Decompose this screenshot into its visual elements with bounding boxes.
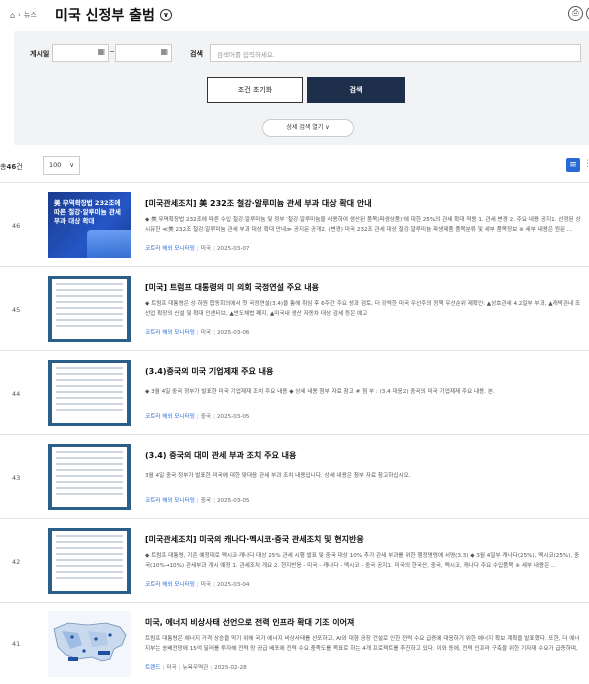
item-title[interactable]: [미국관세조치] 美 232조 철강·알루미늄 관세 부과 대상 확대 안내 (145, 198, 372, 209)
item-source[interactable]: 코트라 해외 모니터링 (145, 246, 195, 252)
page-size-value: 100 (49, 161, 62, 169)
breadcrumb-separator: › (18, 11, 21, 19)
item-meta: 코트라 해외 모니터링 | 미국 | 2025-03-07 (145, 246, 250, 252)
document-page (52, 447, 127, 507)
page-size-select[interactable]: 100 ∨ (43, 156, 80, 175)
date-to-field[interactable]: ▦ (115, 44, 172, 62)
item-country: 미국 (200, 330, 212, 336)
item-country: 중국 (200, 498, 212, 504)
search-panel: 게시일 ▦ ~ ▦ 검색 검색어를 입력하세요. 조건 초기화 검색 상세 검색… (14, 31, 589, 145)
item-number: 45 (12, 306, 21, 314)
reset-button[interactable]: 조건 초기화 (207, 77, 303, 103)
item-date: 2025-02-28 (214, 665, 247, 671)
total-suffix: 건 (16, 163, 23, 171)
item-title[interactable]: 미국, 에너지 비상사태 선언으로 전력 인프라 확대 기조 이어져 (145, 617, 354, 628)
item-country: 미국 (200, 582, 212, 588)
thumbnail-text: 美 무역확장법 232조에 따른 철강·알루미늄 관세 부과 대상 확대 (54, 199, 121, 225)
item-number: 44 (12, 390, 21, 398)
total-count: 총46건 (0, 162, 23, 172)
item-country: 중국 (200, 414, 212, 420)
grid-view-icon[interactable]: ⋮ (583, 159, 589, 169)
item-meta: 코트라 해외 모니터링 | 중국 | 2025-03-05 (145, 414, 250, 420)
item-thumbnail[interactable] (48, 444, 131, 510)
list-item[interactable]: 41 미국, 에너지 비상사태 선언으로 전력 인프라 확대 기조 이어져 트럼… (0, 602, 589, 684)
document-page (52, 279, 127, 339)
item-summary: 트럼프 대통령은 에너지 가격 상승을 막기 위해 국가 에너지 비상사태를 선… (145, 636, 580, 652)
date-from-field[interactable]: ▦ (52, 44, 109, 62)
date-label: 게시일 (30, 50, 50, 58)
chevron-down-icon: ∨ (69, 161, 74, 169)
item-thumbnail[interactable] (48, 611, 131, 677)
item-city: 뉴욕무역관 (182, 665, 209, 671)
item-country: 미국 (166, 665, 177, 671)
total-number: 46 (6, 163, 17, 171)
list-item[interactable]: 45 [미국] 트럼프 대통령의 미 의회 국정연설 주요 내용 ◆ 트럼프 대… (0, 266, 589, 350)
item-meta: 코트라 해외 모니터링 | 미국 | 2025-03-04 (145, 582, 250, 588)
document-page (52, 363, 127, 423)
item-summary: ◆ 트럼프 대통령, 기존 예정대로 멕시코·캐나다 대상 25% 관세 시행 … (145, 553, 580, 569)
breadcrumb: ⌂ › 뉴스 (10, 10, 37, 20)
item-number: 43 (12, 474, 21, 482)
calendar-icon[interactable]: ▦ (160, 47, 168, 56)
list-item[interactable]: 42 [미국관세조치] 미국의 캐나다·멕시코·중국 관세조치 및 현지반응 ◆… (0, 518, 589, 602)
item-title[interactable]: [미국] 트럼프 대통령의 미 의회 국정연설 주요 내용 (145, 282, 319, 293)
list-item[interactable]: 43 (3.4) 중국의 대미 관세 부과 조치 주요 내용 3월 4일 중국 … (0, 434, 589, 518)
item-thumbnail[interactable] (48, 360, 131, 426)
page-header: ⌂ › 뉴스 미국 신정부 출범 ∨ ⎙ (0, 0, 589, 28)
item-title[interactable]: [미국관세조치] 미국의 캐나다·멕시코·중국 관세조치 및 현지반응 (145, 534, 364, 545)
chevron-down-circle-icon[interactable]: ∨ (159, 9, 172, 21)
breadcrumb-news[interactable]: 뉴스 (24, 10, 37, 20)
item-thumbnail[interactable] (48, 528, 131, 594)
item-meta: 트렌드 | 미국 | 뉴욕무역관 | 2025-02-28 (145, 665, 247, 671)
item-meta: 코트라 해외 모니터링 | 미국 | 2025-03-06 (145, 330, 250, 336)
item-date: 2025-03-05 (216, 498, 250, 504)
item-date: 2025-03-06 (216, 330, 250, 336)
page-title: 미국 신정부 출범 ∨ (55, 5, 172, 25)
item-date: 2025-03-05 (216, 414, 250, 420)
list-view-icon[interactable]: ≡ (566, 158, 580, 172)
thumbnail-graphic (87, 230, 131, 258)
item-date: 2025-03-04 (216, 582, 250, 588)
item-source[interactable]: 코트라 해외 모니터링 (145, 582, 195, 588)
item-source[interactable]: 코트라 해외 모니터링 (145, 498, 195, 504)
item-number: 41 (12, 640, 21, 648)
list-item[interactable]: 46 美 무역확장법 232조에 따른 철강·알루미늄 관세 부과 대상 확대 … (0, 182, 589, 266)
calendar-icon[interactable]: ▦ (97, 47, 105, 56)
item-summary: 3월 4일 중국 정부가 발표한 미국에 대한 맞대응 관세 부과 조치 내용입… (145, 473, 411, 479)
item-summary: ◆ 美 무역확장법 232조에 따른 수입 철강·알루미늄 및 정부 '철강·알… (145, 217, 581, 233)
item-source[interactable]: 코트라 해외 모니터링 (145, 330, 195, 336)
item-summary: ◆ 트럼프 대통령은 상·하원 합동회의에서 첫 국정연설(3.4)을 통해 취… (145, 301, 581, 317)
document-page (52, 531, 127, 591)
list-item[interactable]: 44 (3.4)중국의 미국 기업제재 주요 내용 ◆ 3월 4일 중국 정부가… (0, 350, 589, 434)
print-icon[interactable]: ⎙ (568, 6, 583, 21)
item-meta: 코트라 해외 모니터링 | 중국 | 2025-03-05 (145, 498, 250, 504)
item-thumbnail[interactable] (48, 276, 131, 342)
us-map-graphic (53, 622, 127, 662)
item-number: 46 (12, 222, 21, 230)
item-country: 미국 (200, 246, 212, 252)
home-icon[interactable]: ⌂ (10, 11, 15, 20)
results-toolbar: 총46건 100 ∨ ≡ ⋮ (0, 156, 589, 176)
item-thumbnail[interactable]: 美 무역확장법 232조에 따른 철강·알루미늄 관세 부과 대상 확대 (48, 192, 131, 258)
item-date: 2025-03-07 (216, 246, 250, 252)
item-title[interactable]: (3.4) 중국의 대미 관세 부과 조치 주요 내용 (145, 450, 296, 461)
search-button[interactable]: 검색 (307, 77, 405, 103)
search-input[interactable]: 검색어를 입력하세요. (210, 44, 581, 62)
page-title-text: 미국 신정부 출범 (55, 8, 155, 24)
item-source[interactable]: 트렌드 (145, 665, 160, 671)
keyword-label: 검색 (190, 50, 203, 58)
item-number: 42 (12, 558, 21, 566)
detail-search-toggle[interactable]: 상세 검색 열기 ∨ (262, 119, 354, 137)
item-source[interactable]: 코트라 해외 모니터링 (145, 414, 195, 420)
item-summary: ◆ 3월 4일 중국 정부가 발표한 미국 기업제재 조치 주요 내용 ◆ 상세… (145, 389, 495, 395)
date-separator: ~ (109, 48, 115, 56)
item-title[interactable]: (3.4)중국의 미국 기업제재 주요 내용 (145, 366, 273, 377)
news-list: 46 美 무역확장법 232조에 따른 철강·알루미늄 관세 부과 대상 확대 … (0, 182, 589, 684)
